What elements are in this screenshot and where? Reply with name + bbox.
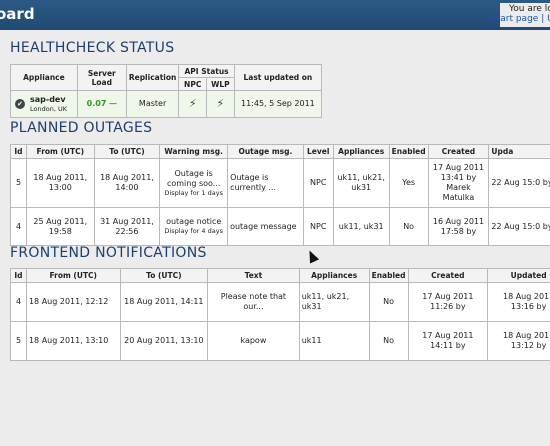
table-row[interactable]: 5 18 Aug 2011, 13:00 18 Aug 2011, 14:00 … (10, 158, 550, 208)
col-server-load: Server Load (76, 64, 127, 91)
user-links: Start page | U (491, 14, 550, 24)
col-enabled: Enabled (388, 144, 429, 159)
outage-level: NPC (302, 158, 334, 208)
connected-plug-icon: ⚡ (216, 97, 225, 111)
server-load-value: 0.07 (86, 99, 107, 108)
outages-table: Id From (UTC) To (UTC) Warning msg. Outa… (10, 144, 550, 246)
col-appliances: Appliances (332, 144, 390, 159)
user-status-text: You are log (509, 4, 550, 14)
outage-from: 18 Aug 2011, 13:00 (25, 158, 95, 208)
col-replication: Replication (125, 64, 180, 91)
col-updated: Updated (487, 268, 550, 283)
top-bar: oard You are log Start page | U (0, 0, 550, 30)
outage-from: 25 Aug 2011, 19:58 (25, 207, 95, 246)
col-from: From (UTC) (25, 268, 121, 283)
col-created: Created (427, 144, 490, 159)
app-title: oard (0, 5, 35, 23)
notification-enabled: No (368, 321, 409, 361)
notification-updated: 18 Aug 2011 13:12 by (487, 321, 550, 361)
wlp-status-cell: ⚡ (206, 90, 235, 118)
notification-from: 18 Aug 2011, 12:12 (25, 282, 121, 322)
outage-message: outage message (227, 207, 304, 246)
col-id: Id (10, 268, 27, 283)
col-text: Text (207, 268, 300, 283)
healthcheck-row: ✔ sap-dev London, UK 0.07 — Master ⚡ ⚡ 1… (10, 90, 323, 118)
outage-level: NPC (302, 207, 334, 246)
outage-to: 31 Aug 2011, 22:56 (93, 207, 161, 246)
table-row[interactable]: 4 18 Aug 2011, 12:12 18 Aug 2011, 14:11 … (10, 282, 550, 322)
col-created: Created (407, 268, 489, 283)
outage-enabled: No (388, 207, 429, 246)
outage-appliances: uk11, uk21, uk31 (332, 158, 390, 208)
outage-warning-note: Display for 1 days (164, 188, 223, 197)
table-row[interactable]: 4 25 Aug 2011, 19:58 31 Aug 2011, 22:56 … (10, 207, 550, 246)
col-to: To (UTC) (93, 144, 161, 159)
notification-appliances: uk11 (298, 321, 370, 361)
healthcheck-table: Appliance Server Load Replication API St… (10, 64, 323, 118)
col-warning: Warning msg. (159, 144, 229, 159)
col-api-status: API Status (178, 64, 235, 78)
outage-message: Outage is currently ... (227, 158, 304, 208)
outage-warning-cell: outage notice Display for 4 days (159, 207, 229, 246)
col-npc: NPC (178, 77, 208, 91)
start-page-link[interactable]: Start page (491, 14, 538, 24)
notification-to: 20 Aug 2011, 13:10 (119, 321, 209, 361)
outage-created: 17 Aug 2011 13:41 by Marek Matulka (427, 158, 490, 208)
col-level: Level (302, 144, 334, 159)
notification-enabled: No (368, 282, 409, 322)
outage-enabled: Yes (388, 158, 429, 208)
outage-warning: outage notice (166, 217, 222, 227)
col-updated: Upda (488, 144, 550, 159)
notification-id: 4 (10, 282, 27, 322)
notification-text: kapow (207, 321, 300, 361)
outage-created: 16 Aug 2011 17:58 by (427, 207, 490, 246)
appliance-cell[interactable]: ✔ sap-dev London, UK (10, 90, 78, 118)
healthcheck-heading: HEALTHCHECK STATUS (10, 40, 175, 56)
npc-status-cell: ⚡ (178, 90, 208, 118)
notification-id: 5 (10, 321, 27, 361)
col-appliance: Appliance (10, 64, 78, 91)
col-to: To (UTC) (119, 268, 209, 283)
notification-created: 17 Aug 2011 11:26 by (407, 282, 489, 322)
notification-updated: 18 Aug 2011 13:16 by (487, 282, 550, 322)
notification-from: 18 Aug 2011, 13:10 (25, 321, 121, 361)
outage-warning-note: Display for 4 days (164, 227, 223, 236)
last-updated-value: 11:45, 5 Sep 2011 (233, 90, 323, 118)
outage-appliances: uk11, uk31 (332, 207, 390, 246)
notification-text: Please note that our... (207, 282, 300, 322)
status-ok-icon: ✔ (15, 98, 25, 109)
link-separator: | (541, 14, 545, 24)
connected-plug-icon: ⚡ (188, 97, 197, 111)
col-enabled: Enabled (368, 268, 409, 283)
user-panel: You are log Start page | U (491, 3, 550, 27)
notification-created: 17 Aug 2011 14:11 by (407, 321, 489, 361)
replication-value: Master (125, 90, 180, 118)
col-wlp: WLP (206, 77, 235, 91)
notifications-table: Id From (UTC) To (UTC) Text Appliances E… (10, 268, 550, 361)
outage-to: 18 Aug 2011, 14:00 (93, 158, 161, 208)
outages-heading: PLANNED OUTAGES (10, 120, 153, 136)
notifications-heading: FRONTEND NOTIFICATIONS (10, 245, 207, 261)
col-outage: Outage msg. (227, 144, 304, 159)
notification-appliances: uk11, uk21, uk31 (298, 282, 370, 322)
outage-updated: 22 Aug 15:0 by (488, 207, 550, 246)
server-load-trend: — (108, 99, 117, 108)
col-id: Id (10, 144, 27, 159)
outage-updated: 22 Aug 15:0 by (488, 158, 550, 208)
notification-to: 18 Aug 2011, 14:11 (119, 282, 209, 322)
col-last-updated: Last updated on (233, 64, 323, 91)
outage-warning: Outage is coming soo... (166, 168, 221, 188)
table-row[interactable]: 5 18 Aug 2011, 13:10 20 Aug 2011, 13:10 … (10, 321, 550, 361)
col-from: From (UTC) (25, 144, 95, 159)
outage-warning-cell: Outage is coming soo... Display for 1 da… (159, 158, 229, 208)
col-appliances: Appliances (298, 268, 370, 283)
server-load-cell: 0.07 — (76, 90, 127, 118)
outage-id: 4 (10, 207, 27, 246)
outage-id: 5 (10, 158, 27, 208)
mouse-cursor-icon (304, 248, 320, 264)
